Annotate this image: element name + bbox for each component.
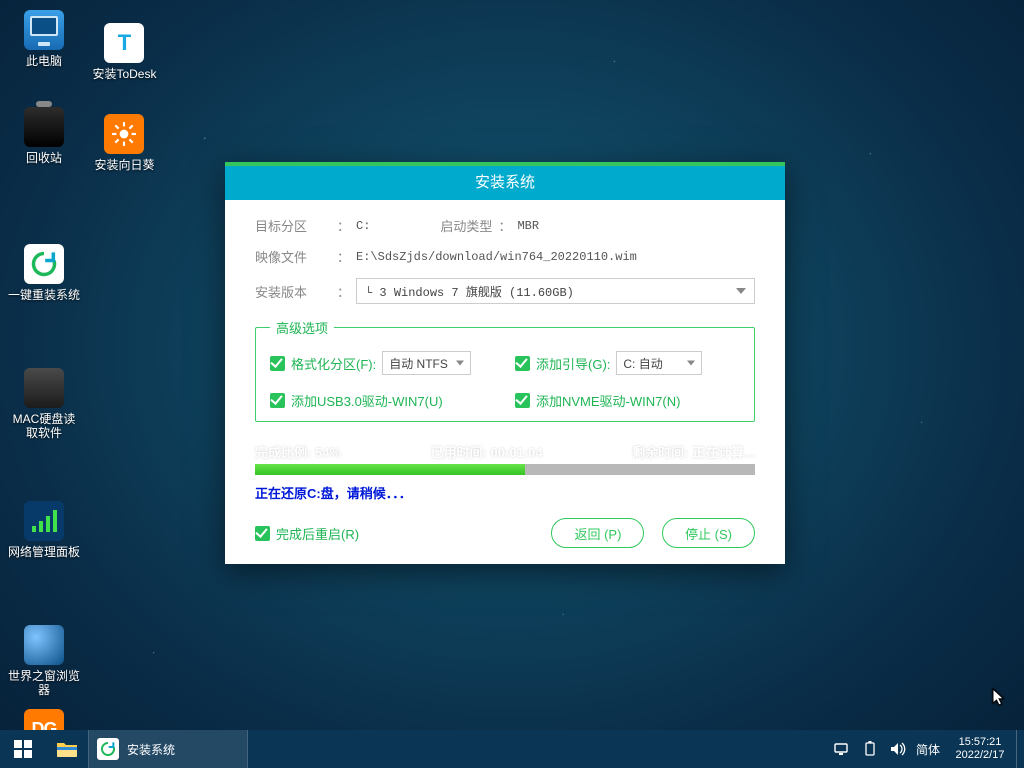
todesk-icon: T bbox=[104, 23, 144, 63]
row-image: 映像文件： E:\SdsZjds/download/win764_2022011… bbox=[255, 247, 755, 266]
remain-label: 剩余时间: bbox=[632, 445, 688, 460]
version-select[interactable]: └ 3 Windows 7 旗舰版 (11.60GB) bbox=[356, 278, 755, 304]
row-version: 安装版本： └ 3 Windows 7 旗舰版 (11.60GB) bbox=[255, 278, 755, 304]
desktop-icon-this-pc[interactable]: 此电脑 bbox=[8, 6, 80, 86]
icon-label: MAC硬盘读取软件 bbox=[8, 412, 80, 440]
stop-button[interactable]: 停止 (S) bbox=[662, 518, 755, 548]
image-path: E:\SdsZjds/download/win764_20220110.wim bbox=[356, 250, 637, 264]
elapsed-value: 00:01:04 bbox=[491, 445, 543, 460]
pct-value: 54% bbox=[315, 445, 341, 460]
folder-icon bbox=[56, 740, 78, 758]
chk-format[interactable]: 格式化分区(F): bbox=[270, 354, 376, 373]
tray: 简体 15:57:21 2022/2/17 bbox=[828, 730, 1024, 768]
icon-label: 一键重装系统 bbox=[8, 288, 80, 302]
tray-volume-icon[interactable] bbox=[884, 730, 912, 768]
icon-label: 世界之窗浏览器 bbox=[8, 669, 80, 697]
opt-bootadd: 添加引导(G): C: 自动 bbox=[515, 351, 740, 375]
status-text: 正在还原C:盘，请稍候．．． bbox=[255, 483, 755, 502]
desktop-icons: 此电脑 T 安装ToDesk 回收站 安装向日葵 一键重装系统 MAC硬盘读取软… bbox=[6, 6, 166, 768]
icon-label: 安装ToDesk bbox=[92, 67, 156, 81]
trash-icon bbox=[24, 107, 64, 147]
show-desktop-button[interactable] bbox=[1016, 730, 1024, 768]
row-target: 目标分区： C: 启动类型： MBR bbox=[255, 216, 755, 235]
advanced-options: 高级选项 格式化分区(F): 自动 NTFS 添加引导(G): C: 自动 添加… bbox=[255, 318, 755, 422]
installer-window: 安装系统 目标分区： C: 启动类型： MBR 映像文件： E:\SdsZjds… bbox=[225, 162, 785, 564]
tray-battery-icon[interactable] bbox=[856, 730, 884, 768]
installer-content: 目标分区： C: 启动类型： MBR 映像文件： E:\SdsZjds/down… bbox=[225, 200, 785, 564]
desktop-icon-todesk[interactable]: T 安装ToDesk bbox=[88, 19, 160, 99]
boot-label: 启动类型 bbox=[440, 216, 492, 235]
cursor-icon bbox=[992, 688, 1006, 708]
taskbar-explorer[interactable] bbox=[46, 730, 88, 768]
clock-time: 15:57:21 bbox=[950, 736, 1010, 749]
chk-bootadd[interactable]: 添加引导(G): bbox=[515, 354, 610, 373]
chk-nvme[interactable]: 添加NVME驱动-WIN7(N) bbox=[515, 391, 680, 410]
advanced-legend: 高级选项 bbox=[270, 318, 334, 337]
checkbox-icon bbox=[515, 393, 530, 408]
progress-fill bbox=[255, 464, 525, 475]
checkbox-icon bbox=[255, 526, 270, 541]
pc-icon bbox=[24, 10, 64, 50]
tray-ime[interactable]: 简体 bbox=[912, 730, 944, 768]
format-select[interactable]: 自动 NTFS bbox=[382, 351, 471, 375]
clock-date: 2022/2/17 bbox=[950, 749, 1010, 762]
desktop-icon-recycle[interactable]: 回收站 bbox=[8, 103, 80, 183]
image-label: 映像文件 bbox=[255, 247, 331, 266]
checkbox-icon bbox=[270, 356, 285, 371]
icon-label: 此电脑 bbox=[26, 54, 62, 68]
opt-format: 格式化分区(F): 自动 NTFS bbox=[270, 351, 495, 375]
boot-value: MBR bbox=[517, 219, 539, 233]
progress-meta: 完成比例: 54% 已用时间: 00:01:04 剩余时间: 正在计算... bbox=[255, 442, 755, 461]
titlebar[interactable]: 安装系统 bbox=[225, 166, 785, 200]
globe-icon bbox=[24, 625, 64, 665]
desktop-icon-mac-disk[interactable]: MAC硬盘读取软件 bbox=[8, 364, 80, 444]
taskbar-app-installer[interactable]: 安装系统 bbox=[88, 730, 248, 768]
version-label: 安装版本 bbox=[255, 282, 331, 301]
elapsed-label: 已用时间: bbox=[431, 445, 487, 460]
checkbox-icon bbox=[270, 393, 285, 408]
icon-label: 安装向日葵 bbox=[94, 158, 154, 172]
chk-usb3[interactable]: 添加USB3.0驱动-WIN7(U) bbox=[270, 391, 443, 410]
desktop-icon-netpanel[interactable]: 网络管理面板 bbox=[8, 497, 80, 577]
checkbox-icon bbox=[515, 356, 530, 371]
chk-restart[interactable]: 完成后重启(R) bbox=[255, 524, 359, 543]
desktop-icon-reinstall[interactable]: 一键重装系统 bbox=[8, 240, 80, 320]
pct-label: 完成比例: bbox=[255, 445, 311, 460]
apple-icon bbox=[24, 368, 64, 408]
target-value: C: bbox=[356, 219, 370, 233]
desktop-icon-browser[interactable]: 世界之窗浏览器 bbox=[8, 621, 80, 701]
windows-icon bbox=[14, 740, 32, 758]
desktop-icon-sunflower[interactable]: 安装向日葵 bbox=[88, 110, 160, 190]
taskbar: 安装系统 简体 15:57:21 2022/2/17 bbox=[0, 730, 1024, 768]
progress-bar bbox=[255, 464, 755, 475]
taskbar-app-label: 安装系统 bbox=[127, 741, 175, 758]
reinstall-icon bbox=[24, 244, 64, 284]
network-icon bbox=[24, 501, 64, 541]
back-button[interactable]: 返回 (P) bbox=[551, 518, 644, 548]
target-label: 目标分区 bbox=[255, 216, 331, 235]
icon-label: 网络管理面板 bbox=[8, 545, 80, 559]
version-value: └ 3 Windows 7 旗舰版 (11.60GB) bbox=[365, 283, 574, 300]
remain-value: 正在计算... bbox=[692, 445, 755, 460]
sunflower-icon bbox=[104, 114, 144, 154]
tray-clock[interactable]: 15:57:21 2022/2/17 bbox=[944, 736, 1016, 762]
start-button[interactable] bbox=[0, 730, 46, 768]
bootadd-select[interactable]: C: 自动 bbox=[616, 351, 702, 375]
installer-icon bbox=[97, 738, 119, 760]
icon-label: 回收站 bbox=[26, 151, 62, 165]
tray-network-icon[interactable] bbox=[828, 730, 856, 768]
window-title: 安装系统 bbox=[475, 174, 535, 191]
